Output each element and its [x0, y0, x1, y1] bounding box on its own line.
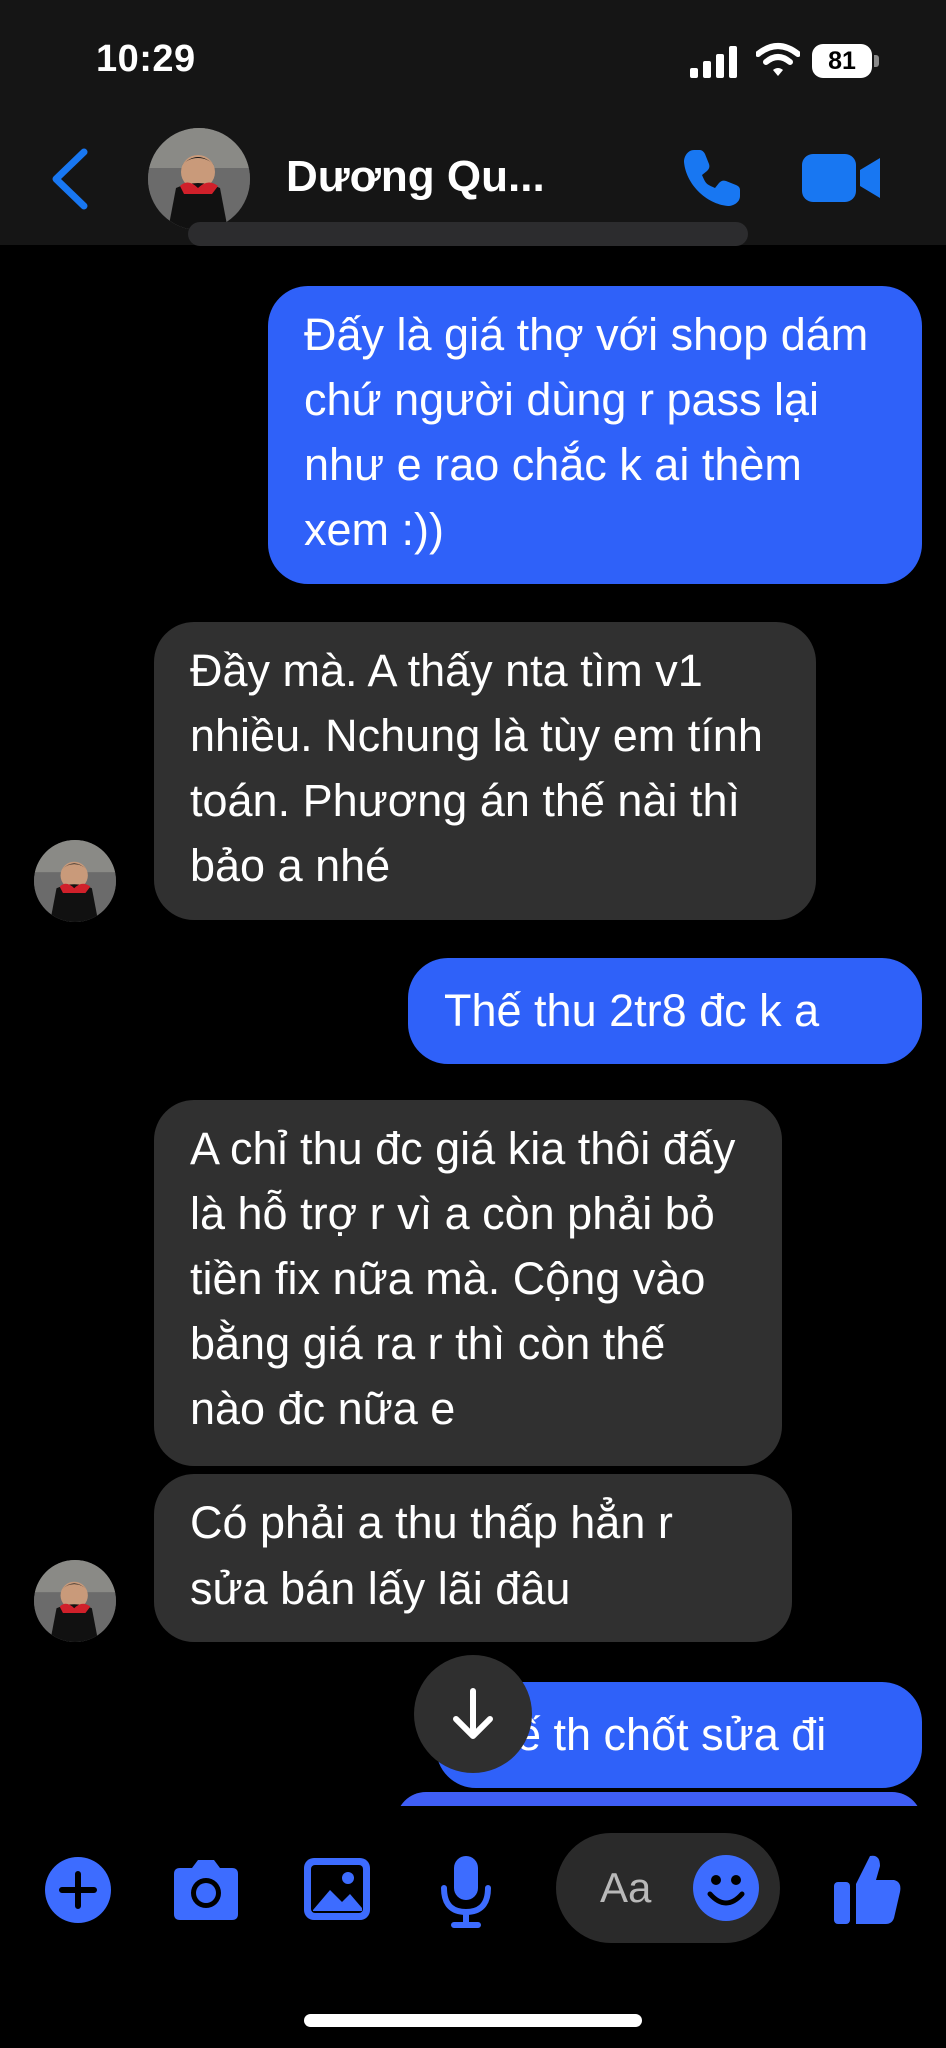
image-icon[interactable]	[304, 1858, 370, 1920]
message-outgoing[interactable]: Đấy là giá thợ với shop dám chứ người dù…	[268, 286, 922, 584]
wifi-icon	[756, 43, 800, 76]
battery-icon: 81	[812, 44, 882, 80]
message-input[interactable]: Aa	[556, 1833, 780, 1943]
chat-header	[0, 0, 946, 245]
emoji-icon[interactable]	[692, 1854, 760, 1922]
plus-icon[interactable]	[44, 1856, 112, 1924]
status-time: 10:29	[96, 38, 196, 80]
previous-message-edge	[188, 222, 748, 246]
home-indicator	[304, 2014, 642, 2027]
microphone-icon[interactable]	[440, 1856, 492, 1928]
message-input-placeholder: Aa	[600, 1864, 652, 1911]
back-icon[interactable]	[48, 146, 92, 212]
signal-icon	[690, 46, 737, 78]
battery-level: 81	[828, 47, 856, 75]
phone-icon[interactable]	[680, 146, 744, 210]
thumbs-up-icon[interactable]	[834, 1852, 902, 1926]
avatar-photo	[34, 1560, 116, 1642]
arrow-down-icon	[453, 1688, 493, 1739]
video-camera-icon[interactable]	[802, 150, 882, 206]
sender-avatar[interactable]	[34, 1560, 116, 1642]
contact-avatar[interactable]	[148, 128, 250, 230]
camera-icon[interactable]	[170, 1858, 242, 1922]
sender-avatar[interactable]	[34, 840, 116, 922]
message-outgoing[interactable]: Thế thu 2tr8 đc k a	[408, 958, 922, 1064]
message-incoming[interactable]: A chỉ thu đc giá kia thôi đấy là hỗ trợ …	[154, 1100, 782, 1466]
avatar-photo	[34, 840, 116, 922]
avatar-photo	[148, 128, 250, 230]
scroll-down-button[interactable]	[414, 1655, 532, 1773]
contact-name[interactable]: Dương Qu...	[286, 152, 545, 202]
message-incoming[interactable]: Đầy mà. A thấy nta tìm v1 nhiều. Nchung …	[154, 622, 816, 920]
message-incoming[interactable]: Có phải a thu thấp hẳn r sửa bán lấy lãi…	[154, 1474, 792, 1642]
